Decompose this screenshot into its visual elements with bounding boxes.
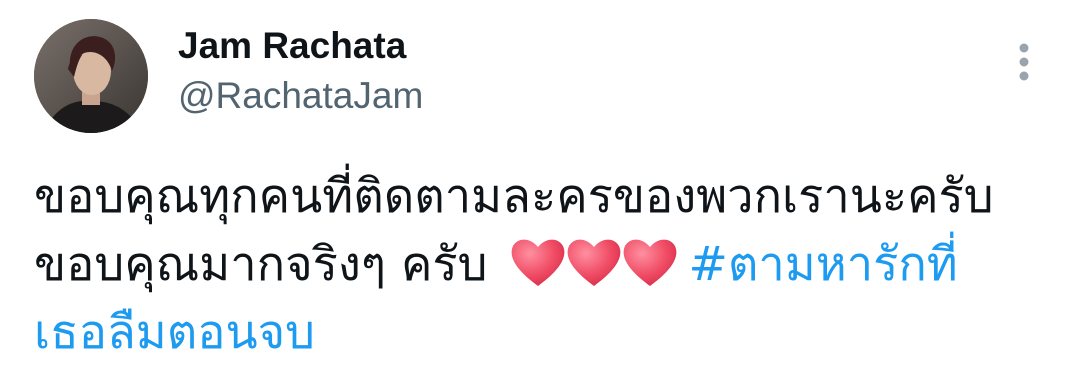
heart-emoji: [568, 239, 621, 286]
tweet-text: ขอบคุณทุกคนที่ติดตามละครของพวกเรานะครับ …: [34, 163, 1054, 367]
tweet-line-2-text: ขอบคุณมากจริงๆ ครับ: [34, 237, 488, 292]
author-display-name[interactable]: Jam Rachata: [178, 22, 406, 70]
tweet-line-2: ขอบคุณมากจริงๆ ครับ #ตามหารักที่: [34, 231, 1054, 299]
author-handle[interactable]: @RachataJam: [178, 72, 423, 120]
hashtag-link-part-2[interactable]: เธอลืมตอนจบ: [34, 299, 1054, 367]
avatar-image: [34, 19, 148, 133]
hashtag-link-part-1[interactable]: #ตามหารักที่: [688, 237, 957, 292]
heart-emoji: [624, 239, 677, 286]
tweet-line-1: ขอบคุณทุกคนที่ติดตามละครของพวกเรานะครับ: [34, 169, 994, 224]
heart-emoji: [512, 239, 565, 286]
more-options-button[interactable]: [1006, 38, 1042, 86]
avatar[interactable]: [34, 19, 148, 133]
more-vertical-icon: [1019, 43, 1029, 81]
hearts-emoji-group: [508, 234, 677, 309]
tweet-card: Jam Rachata @RachataJam ขอบคุณทุกคนที่ติ…: [0, 0, 1080, 369]
